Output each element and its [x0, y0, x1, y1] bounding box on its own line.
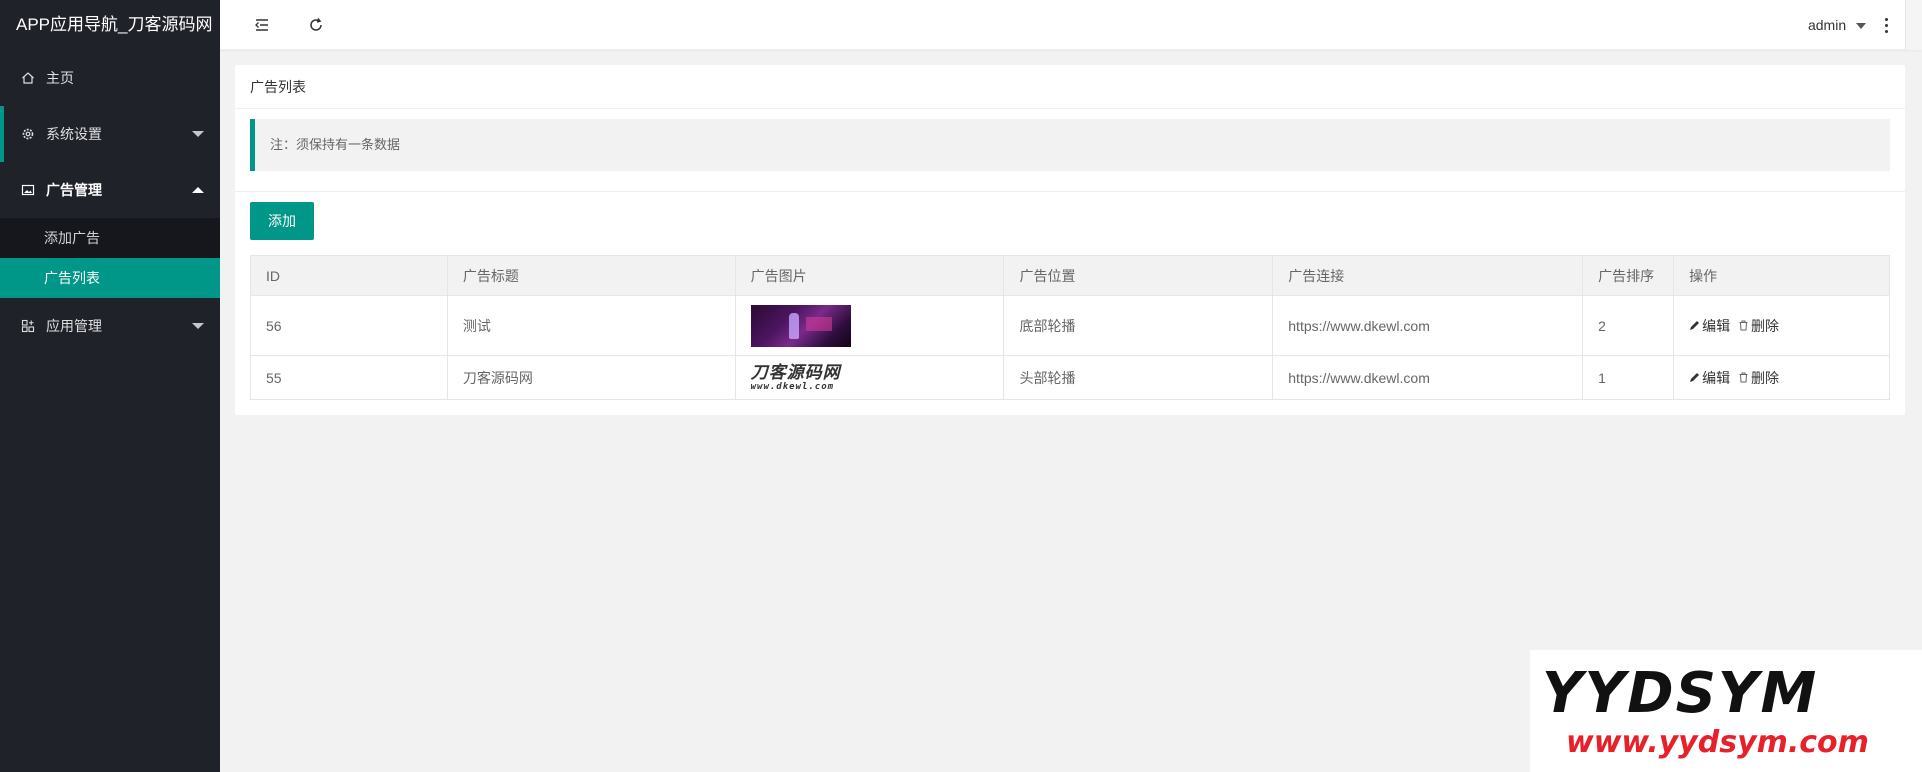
cell-image: 刀客源码网 www.dkewl.com	[734, 355, 1005, 400]
sidebar-subitem-add-ad[interactable]: 添加广告	[0, 218, 220, 258]
column-header-image: 广告图片	[734, 255, 1005, 296]
watermark-logo: YYDSYM www.yydsym.com	[1530, 650, 1922, 772]
column-header-actions: 操作	[1673, 255, 1890, 296]
column-header-title: 广告标题	[446, 255, 736, 296]
delete-label: 删除	[1750, 369, 1779, 386]
sidebar: APP应用导航_刀客源码网 主页 系统设置 广告管理 添加广告 广告列表 应用管…	[0, 0, 220, 772]
delete-label: 删除	[1750, 317, 1779, 334]
chevron-down-icon	[192, 131, 204, 137]
sidebar-item-ad-management[interactable]: 广告管理	[0, 162, 220, 218]
cell-sort: 1	[1582, 355, 1675, 400]
logo-subtext: www.dkewl.com	[750, 381, 835, 392]
sidebar-item-home[interactable]: 主页	[0, 50, 220, 106]
sidebar-subitem-ad-list[interactable]: 广告列表	[0, 258, 220, 298]
cell-actions: 编辑 删除	[1673, 355, 1890, 400]
menu-toggle-icon[interactable]	[250, 13, 274, 37]
watermark-bottom-text: www.yydsym.com	[1566, 725, 1869, 760]
cell-position: 头部轮播	[1003, 355, 1274, 400]
table-header-row: ID 广告标题 广告图片 广告位置 广告连接 广告排序 操作	[250, 255, 1890, 296]
column-header-link: 广告连接	[1272, 255, 1584, 296]
app-title: APP应用导航_刀客源码网	[16, 15, 213, 34]
subnav-ad-management: 添加广告 广告列表	[0, 218, 220, 298]
sidebar-item-system-settings[interactable]: 系统设置	[0, 106, 220, 162]
delete-button[interactable]: 删除	[1738, 316, 1779, 336]
top-header: admin	[220, 0, 1922, 50]
trash-icon	[1739, 320, 1748, 331]
logo-text: 刀客源码网	[750, 362, 841, 383]
cell-id: 56	[250, 295, 448, 356]
sidebar-item-label: 系统设置	[46, 126, 102, 142]
chevron-down-icon	[192, 323, 204, 329]
divider	[235, 191, 1905, 192]
sidebar-item-app-management[interactable]: 应用管理	[0, 298, 220, 354]
apps-icon	[20, 318, 36, 334]
card-title: 广告列表	[235, 65, 1905, 109]
ad-image-logo: 刀客源码网 www.dkewl.com	[751, 363, 851, 393]
caret-down-icon	[1856, 23, 1866, 30]
sidebar-item-label: 应用管理	[46, 318, 102, 334]
edit-button[interactable]: 编辑	[1689, 316, 1730, 336]
user-menu[interactable]: admin	[1808, 0, 1866, 50]
add-button[interactable]: 添加	[250, 202, 314, 240]
cell-title: 测试	[446, 295, 736, 356]
sidebar-item-label: 广告管理	[46, 182, 102, 198]
ad-table: ID 广告标题 广告图片 广告位置 广告连接 广告排序 操作 56 测试 底部轮…	[250, 255, 1890, 400]
table-row: 55 刀客源码网 刀客源码网 www.dkewl.com 头部轮播 https:…	[250, 355, 1890, 400]
cell-sort: 2	[1582, 295, 1675, 356]
watermark-top-text: YYDSYM	[1542, 661, 1819, 726]
ad-list-card: 广告列表 注：须保持有一条数据 添加 ID 广告标题 广告图片 广告位置 广告连…	[235, 65, 1905, 415]
cell-title: 刀客源码网	[446, 355, 736, 400]
image-icon	[20, 182, 36, 198]
cell-link: https://www.dkewl.com	[1272, 295, 1584, 356]
cell-image	[734, 295, 1005, 356]
delete-button[interactable]: 删除	[1738, 368, 1779, 388]
chevron-up-icon	[192, 187, 204, 193]
notice-text: 注：须保持有一条数据	[250, 119, 1890, 171]
column-header-sort: 广告排序	[1582, 255, 1675, 296]
edit-button[interactable]: 编辑	[1689, 368, 1730, 388]
cell-position: 底部轮播	[1003, 295, 1274, 356]
user-name: admin	[1807, 17, 1847, 33]
cell-id: 55	[250, 355, 448, 400]
gear-icon	[20, 126, 36, 142]
home-icon	[20, 70, 36, 86]
cell-actions: 编辑 删除	[1673, 295, 1890, 356]
sidebar-item-label: 主页	[46, 70, 74, 86]
edit-label: 编辑	[1702, 317, 1731, 334]
table-row: 56 测试 底部轮播 https://www.dkewl.com 2 编辑 删除	[250, 295, 1890, 356]
refresh-icon[interactable]	[304, 13, 328, 37]
trash-icon	[1739, 372, 1748, 383]
pencil-icon	[1690, 321, 1700, 330]
more-vertical-icon[interactable]	[1876, 15, 1896, 35]
pencil-icon	[1690, 373, 1700, 382]
ad-image-thumbnail	[750, 304, 851, 347]
column-header-position: 广告位置	[1003, 255, 1274, 296]
column-header-id: ID	[250, 255, 448, 296]
edit-label: 编辑	[1702, 369, 1731, 386]
cell-link: https://www.dkewl.com	[1272, 355, 1584, 400]
scrollbar[interactable]	[1905, 0, 1922, 50]
